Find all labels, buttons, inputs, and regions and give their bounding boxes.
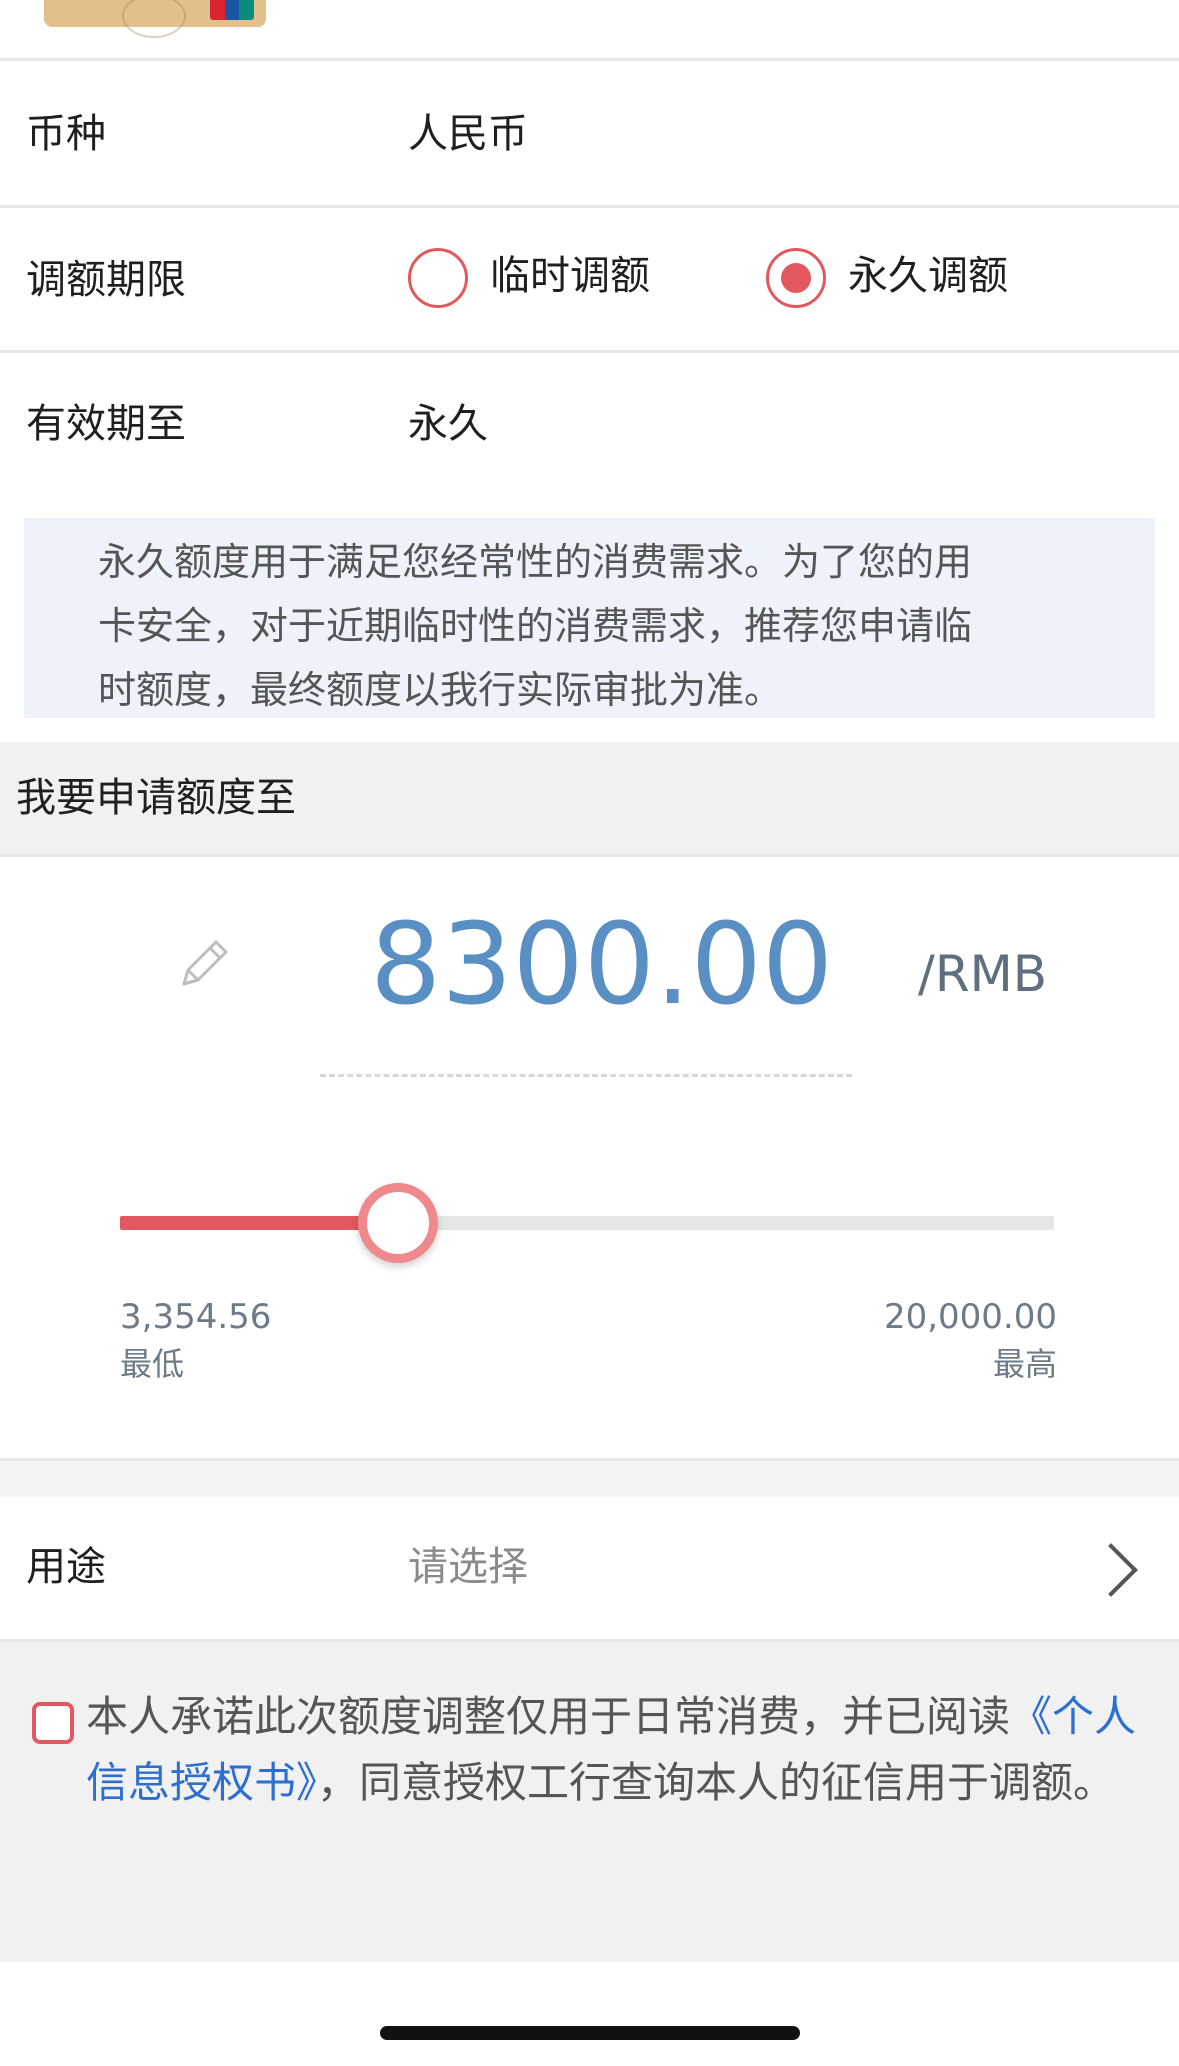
consent-text: 本人承诺此次额度调整仅用于日常消费，并已阅读《个人信息授权书》，同意授权工行查询… xyxy=(86,1684,1146,1816)
amount-unit: /RMB xyxy=(918,945,1048,1003)
divider xyxy=(0,854,1179,857)
radio-permanent[interactable]: 永久调额 xyxy=(766,248,1036,312)
card-thumbnail xyxy=(44,0,266,38)
consent-checkbox[interactable] xyxy=(32,1702,74,1744)
consent-text-before: 本人承诺此次额度调整仅用于日常消费，并已阅读 xyxy=(86,1692,1011,1741)
slider-max-value: 20,000.00 xyxy=(883,1297,1057,1337)
slider-max-label: 最高 xyxy=(992,1345,1057,1383)
slider-fill xyxy=(120,1216,399,1230)
chevron-right-icon[interactable] xyxy=(1084,1543,1138,1597)
amount-value[interactable]: 8300.00 xyxy=(370,900,833,1030)
radio-temporary-label[interactable]: 临时调额 xyxy=(490,252,650,300)
divider xyxy=(0,350,1179,353)
valid-until-value: 永久 xyxy=(408,401,488,447)
info-line: 卡安全，对于近期临时性的消费需求，推荐您申请临 xyxy=(98,604,973,648)
info-line: 永久额度用于满足您经常性的消费需求。为了您的用 xyxy=(98,540,973,584)
pencil-icon[interactable] xyxy=(172,932,236,996)
radio-permanent-circle[interactable] xyxy=(766,248,826,308)
consent-text-after: ，同意授权工行查询本人的征信用于调额。 xyxy=(317,1758,1116,1807)
radio-selected-dot xyxy=(781,263,811,293)
spacer xyxy=(0,1461,1179,1497)
radio-temporary-circle[interactable] xyxy=(408,248,468,308)
slider-min-label: 最低 xyxy=(120,1345,185,1383)
currency-label: 币种 xyxy=(26,111,106,157)
purpose-label: 用途 xyxy=(26,1544,106,1590)
currency-value: 人民币 xyxy=(408,111,528,157)
purpose-row[interactable]: 用途 请选择 xyxy=(0,1497,1179,1639)
unionpay-logo-icon xyxy=(210,0,254,20)
info-notice-text: 永久额度用于满足您经常性的消费需求。为了您的用 卡安全，对于近期临时性的消费需求… xyxy=(98,530,1098,722)
info-line: 时额度，最终额度以我行实际审批为准。 xyxy=(98,668,783,712)
section-title: 我要申请额度至 xyxy=(16,775,296,821)
home-indicator[interactable] xyxy=(380,2026,800,2040)
adjust-period-label: 调额期限 xyxy=(26,257,186,303)
divider xyxy=(0,58,1179,61)
radio-temporary[interactable]: 临时调额 xyxy=(408,248,678,312)
card-pattern xyxy=(122,0,186,38)
amount-underline xyxy=(320,1074,852,1077)
slider-min-value: 3,354.56 xyxy=(120,1297,272,1337)
slider-thumb[interactable] xyxy=(358,1183,439,1263)
divider xyxy=(0,205,1179,208)
radio-permanent-label[interactable]: 永久调额 xyxy=(848,252,1008,300)
purpose-placeholder[interactable]: 请选择 xyxy=(408,1543,528,1591)
valid-until-label: 有效期至 xyxy=(26,401,186,447)
